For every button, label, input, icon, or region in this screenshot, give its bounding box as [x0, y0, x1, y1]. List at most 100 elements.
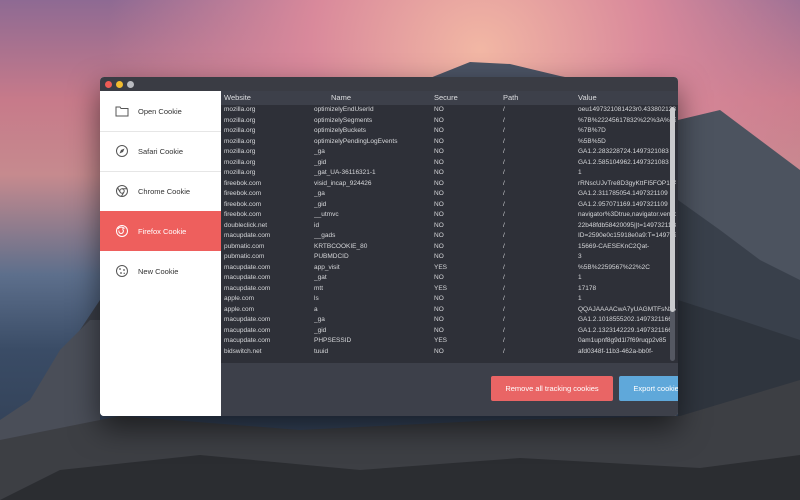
column-header-secure[interactable]: Secure	[434, 93, 458, 102]
table-scrollbar[interactable]	[670, 107, 675, 361]
sidebar-item-new-cookie[interactable]: New Cookie	[100, 251, 221, 291]
table-cell: YES	[434, 263, 448, 271]
table-row[interactable]: fireebok.com visid_incap_924426 NO / rRNscUJ…	[221, 179, 678, 190]
table-cell: NO	[434, 148, 444, 155]
table-cell: macupdate.com	[224, 284, 271, 292]
folder-icon	[114, 103, 130, 119]
table-row[interactable]: fireebok.com _ga NO / GA1.2.311785054.149732…	[221, 189, 678, 200]
table-cell: /	[503, 326, 505, 334]
table-cell: pubmatic.com	[224, 242, 265, 250]
sidebar-item-chrome-cookie[interactable]: Chrome Cookie	[100, 171, 221, 212]
table-cell: __gads	[314, 232, 336, 239]
sidebar-item-open-cookie[interactable]: Open Cookie	[100, 91, 221, 132]
table-cell: NO	[434, 211, 444, 218]
table-cell: macupdate.com	[224, 326, 271, 334]
table-cell: NO	[434, 326, 444, 334]
table-cell: fireebok.com	[224, 179, 262, 187]
table-row[interactable]: fireebok.com _gid NO / GA1.2.957071169.14973…	[221, 200, 678, 211]
table-cell: 1	[578, 169, 582, 176]
table-cell: optimizelyBuckets	[314, 127, 367, 134]
table-cell: bidswitch.net	[224, 347, 262, 355]
table-row[interactable]: mozilla.org optimizelySegments NO / %7B%2224…	[221, 116, 678, 127]
column-header-value[interactable]: Value	[578, 93, 597, 102]
column-header-website[interactable]: Website	[224, 93, 251, 102]
table-cell: _gat_UA-36116321-1	[314, 169, 376, 176]
table-row[interactable]: mozilla.org optimizelyBuckets NO / %7B%7D	[221, 126, 678, 137]
table-cell: pubmatic.com	[224, 253, 265, 260]
table-row[interactable]: pubmatic.com KRTBCOOKIE_80 NO / 15669-CAESEK…	[221, 242, 678, 253]
zoom-window-button[interactable]	[127, 81, 134, 88]
table-cell: /	[503, 106, 505, 113]
table-row[interactable]: fireebok.com __utmvc NO / navigator%3Dtrue,n…	[221, 210, 678, 221]
table-cell: /	[503, 190, 505, 197]
table-row[interactable]: mozilla.org _gid NO / GA1.2.585104962.149732…	[221, 158, 678, 169]
minimize-window-button[interactable]	[116, 81, 123, 88]
table-row[interactable]: mozilla.org optimizelyPendingLogEvents NO /…	[221, 137, 678, 148]
table-cell: rRNscUJvTre8D3gyKttFI5FOP1kAAAAA	[578, 179, 676, 187]
table-cell: /	[503, 179, 505, 187]
cookie-icon	[114, 263, 130, 279]
table-cell: NO	[434, 127, 444, 134]
chrome-icon	[114, 183, 130, 199]
table-cell: NO	[434, 295, 444, 302]
close-window-button[interactable]	[105, 81, 112, 88]
table-cell: macupdate.com	[224, 274, 271, 281]
table-cell: %7B%22245617832%22%3A%22none	[578, 116, 676, 124]
table-cell: GA1.2.585104962.1497321083	[578, 158, 669, 166]
table-cell: tuuid	[314, 347, 329, 355]
table-row[interactable]: macupdate.com mtt YES / 17178	[221, 284, 678, 295]
sidebar-item-safari-cookie[interactable]: Safari Cookie	[100, 131, 221, 172]
table-row[interactable]: macupdate.com app_visit YES / %5B%2259567%22…	[221, 263, 678, 274]
table-row[interactable]: macupdate.com _ga NO / GA1.2.1018555202.1497…	[221, 315, 678, 326]
table-cell: /	[503, 295, 505, 302]
table-cell: mtt	[314, 284, 324, 292]
table-row[interactable]: apple.com a NO / QQAJAAAACwA7yUAGMTFsN3NvAAA…	[221, 305, 678, 316]
scrollbar-thumb[interactable]	[670, 107, 675, 312]
table-row[interactable]: mozilla.org _ga NO / GA1.2.283228724.1497321…	[221, 147, 678, 158]
sidebar-item-label: Safari Cookie	[138, 146, 184, 156]
table-cell: ID=2590e0c15918e0a9:T=14973211	[578, 232, 676, 239]
table-row[interactable]: apple.com ls NO / 1	[221, 294, 678, 305]
table-cell: NO	[434, 242, 444, 250]
table-cell: /	[503, 253, 505, 260]
table-cell: doubleclick.net	[224, 221, 267, 229]
table-cell: mozilla.org	[224, 158, 256, 166]
table-cell: /	[503, 221, 505, 229]
table-cell: optimizelySegments	[314, 116, 373, 124]
table-cell: NO	[434, 274, 444, 281]
table-row[interactable]: pubmatic.com PUBMDCID NO / 3	[221, 252, 678, 263]
table-cell: NO	[434, 232, 444, 239]
table-cell: /	[503, 127, 505, 134]
export-cookies-button[interactable]: Export cookies	[619, 376, 678, 401]
table-cell: mozilla.org	[224, 106, 256, 113]
table-cell: NO	[434, 116, 444, 124]
table-row[interactable]: macupdate.com _gat NO / 1	[221, 273, 678, 284]
table-cell: /	[503, 232, 505, 239]
column-header-name[interactable]: Name	[331, 93, 351, 102]
table-cell: ls	[314, 295, 319, 302]
table-row[interactable]: macupdate.com _gid NO / GA1.2.1323142229.149…	[221, 326, 678, 337]
table-row[interactable]: doubleclick.net id NO / 22b48fdb58420095||t=…	[221, 221, 678, 232]
table-cell: NO	[434, 253, 444, 260]
table-row[interactable]: macupdate.com PHPSESSID YES / 0am1upnf8g9d1l…	[221, 336, 678, 347]
table-cell: GA1.2.1018555202.1497321166	[578, 316, 672, 323]
table-cell: __utmvc	[314, 211, 339, 218]
table-cell: NO	[434, 158, 444, 166]
table-cell: 1	[578, 274, 582, 281]
table-row[interactable]: macupdate.com __gads NO / ID=2590e0c15918e0a…	[221, 231, 678, 242]
table-cell: 0am1upnf8g9d1l7f69ruqp2v85	[578, 337, 667, 344]
sidebar-item-firefox-cookie[interactable]: Firefox Cookie	[100, 211, 221, 251]
table-row[interactable]: mozilla.org optimizelyEndUserId NO / oeu1497…	[221, 105, 678, 116]
action-bar: Remove all tracking cookies Export cooki…	[221, 363, 678, 416]
table-cell: afd0348f-11b3-462a-bb0f-	[578, 347, 654, 355]
table-cell: /	[503, 148, 505, 155]
table-cell: apple.com	[224, 305, 254, 313]
table-cell: GA1.2.1323142229.1497321166	[578, 326, 672, 334]
table-row[interactable]: bidswitch.net tuuid NO / afd0348f-11b3-462a-…	[221, 347, 678, 358]
table-cell: %5B%5D	[578, 137, 606, 145]
column-header-path[interactable]: Path	[503, 93, 518, 102]
remove-tracking-cookies-button[interactable]: Remove all tracking cookies	[491, 376, 613, 401]
table-row[interactable]: mozilla.org _gat_UA-36116321-1 NO / 1	[221, 168, 678, 179]
firefox-icon	[114, 223, 130, 239]
sidebar-item-label: Open Cookie	[138, 106, 182, 116]
